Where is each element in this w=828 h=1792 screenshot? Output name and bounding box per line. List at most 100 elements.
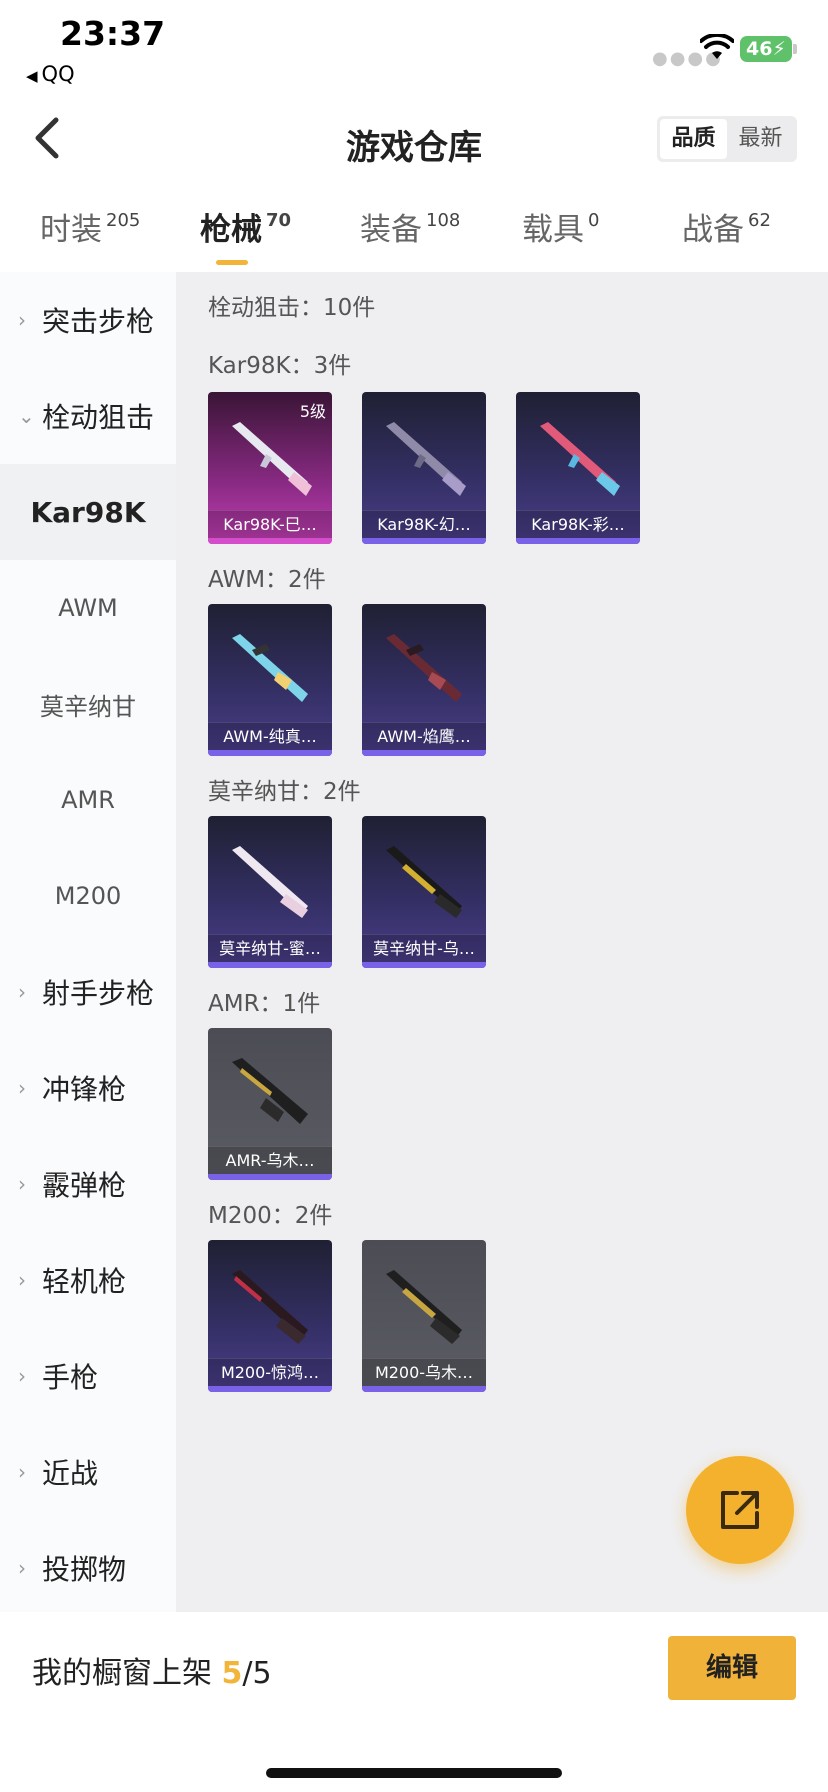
sidebar-item-amr[interactable]: AMR <box>0 752 176 848</box>
rifle-icon <box>232 1270 308 1344</box>
sort-option-quality[interactable]: 品质 <box>660 119 727 159</box>
weapon-card[interactable]: M200-乌木… <box>362 1240 486 1392</box>
rifle-icon <box>386 1270 462 1344</box>
sidebar-item-bolt-sniper[interactable]: ⌄ 栓动狙击 <box>0 368 176 464</box>
weapon-card[interactable]: 5级 Kar98K-巳… <box>208 392 332 544</box>
back-app-label: QQ <box>41 62 75 86</box>
category-total-label: 栓动狙击：10件 <box>208 295 376 321</box>
sidebar-item-pistol[interactable]: › 手枪 <box>0 1328 176 1424</box>
rarity-bar <box>362 750 486 756</box>
sort-toggle: 品质 最新 <box>657 116 797 162</box>
showcase-bar: 我的橱窗上架 5/5 编辑 <box>0 1612 828 1792</box>
sidebar-item-throwable[interactable]: › 投掷物 <box>0 1520 176 1616</box>
tab-count: 62 <box>748 210 771 231</box>
chevron-right-icon: › <box>18 308 26 332</box>
status-bar: 23:37 ◀ QQ ●●●● 46⚡ <box>0 0 828 96</box>
tab-count: 108 <box>426 210 461 231</box>
tab-costume[interactable]: 时装 205 <box>40 204 140 249</box>
group-label-amr: AMR：1件 <box>208 991 321 1017</box>
home-indicator[interactable] <box>266 1768 562 1778</box>
sidebar-item-assault-rifle[interactable]: › 突击步枪 <box>0 272 176 368</box>
sidebar-item-label: 莫辛纳甘 <box>40 692 136 721</box>
battery-indicator: 46⚡ <box>740 36 797 62</box>
sidebar-item-melee[interactable]: › 近战 <box>0 1424 176 1520</box>
rarity-bar <box>362 538 486 544</box>
rarity-bar <box>208 750 332 756</box>
weapon-name: AWM-纯真… <box>208 722 332 750</box>
sidebar-item-awm[interactable]: AWM <box>0 560 176 656</box>
weapon-name: M200-惊鸿… <box>208 1358 332 1386</box>
sidebar-item-mosin[interactable]: 莫辛纳甘 <box>0 656 176 752</box>
tab-count: 205 <box>106 210 141 231</box>
sidebar-item-label: 手枪 <box>42 1361 99 1394</box>
weapon-list: 栓动狙击：10件 Kar98K：3件 5级 Kar98K-巳… Kar98K-幻… <box>176 272 828 1612</box>
weapon-name: AWM-焰鹰… <box>362 722 486 750</box>
group-label-kar98k: Kar98K：3件 <box>208 353 352 379</box>
sidebar-item-smg[interactable]: › 冲锋枪 <box>0 1040 176 1136</box>
weapon-name: AMR-乌木… <box>208 1146 332 1174</box>
weapon-category-sidebar: › 突击步枪 ⌄ 栓动狙击 Kar98K AWM 莫辛纳甘 AMR M200 › 射手… <box>0 272 176 1612</box>
weapon-name: M200-乌木… <box>362 1358 486 1386</box>
sidebar-item-label: 射手步枪 <box>42 977 155 1010</box>
sidebar-item-lmg[interactable]: › 轻机枪 <box>0 1232 176 1328</box>
weapon-name: Kar98K-彩… <box>516 510 640 538</box>
rarity-bar <box>362 962 486 968</box>
active-tab-underline <box>216 260 248 265</box>
tab-label: 枪械 <box>200 212 262 248</box>
weapon-card[interactable]: Kar98K-幻… <box>362 392 486 544</box>
showcase-total: /5 <box>242 1656 272 1691</box>
tab-count: 0 <box>588 210 600 231</box>
weapon-card[interactable]: Kar98K-彩… <box>516 392 640 544</box>
group-label-awm: AWM：2件 <box>208 567 326 593</box>
sidebar-item-label: 轻机枪 <box>42 1265 127 1298</box>
edit-button[interactable]: 编辑 <box>668 1636 796 1700</box>
rifle-icon <box>386 634 462 702</box>
chevron-right-icon: › <box>18 1460 26 1484</box>
rarity-bar <box>208 962 332 968</box>
sort-option-newest[interactable]: 最新 <box>727 119 794 159</box>
sidebar-item-marksman-rifle[interactable]: › 射手步枪 <box>0 944 176 1040</box>
weapon-name: Kar98K-幻… <box>362 510 486 538</box>
back-to-app-link[interactable]: ◀ QQ <box>26 62 75 86</box>
tab-vehicles[interactable]: 载具 0 <box>522 204 599 249</box>
tab-equipment[interactable]: 装备 108 <box>360 204 460 249</box>
showcase-count: 5 <box>221 1656 243 1691</box>
showcase-label: 我的橱窗上架 <box>32 1656 222 1691</box>
tab-supplies[interactable]: 战备 62 <box>682 204 771 249</box>
weapon-name: 莫辛纳甘-蜜… <box>208 934 332 962</box>
sidebar-item-label: 近战 <box>42 1457 99 1490</box>
weapon-card[interactable]: AWM-焰鹰… <box>362 604 486 756</box>
back-triangle-icon: ◀ <box>26 67 38 85</box>
wifi-icon <box>700 34 734 59</box>
weapon-card[interactable]: M200-惊鸿… <box>208 1240 332 1392</box>
chevron-right-icon: › <box>18 980 26 1004</box>
sidebar-item-kar98k[interactable]: Kar98K <box>0 464 176 560</box>
chevron-right-icon: › <box>18 1364 26 1388</box>
weapon-card[interactable]: AWM-纯真… <box>208 604 332 756</box>
sidebar-item-m200[interactable]: M200 <box>0 848 176 944</box>
status-time: 23:37 <box>60 14 166 53</box>
rifle-icon <box>540 422 620 496</box>
share-external-icon <box>721 1491 759 1529</box>
tab-label: 载具 <box>522 212 584 248</box>
tab-count: 70 <box>266 210 292 231</box>
sidebar-item-label: AMR <box>61 786 115 814</box>
weapon-card[interactable]: AMR-乌木… <box>208 1028 332 1180</box>
share-button[interactable] <box>686 1456 794 1564</box>
sidebar-item-label: 冲锋枪 <box>42 1073 127 1106</box>
chevron-right-icon: › <box>18 1172 26 1196</box>
weapon-card[interactable]: 莫辛纳甘-乌… <box>362 816 486 968</box>
rifle-icon <box>386 422 466 496</box>
chevron-right-icon: › <box>18 1076 26 1100</box>
group-label-mosin: 莫辛纳甘：2件 <box>208 779 361 805</box>
sidebar-item-shotgun[interactable]: › 霰弹枪 <box>0 1136 176 1232</box>
rarity-bar <box>208 1386 332 1392</box>
sidebar-item-label: AWM <box>58 594 118 622</box>
tab-weapons[interactable]: 枪械 70 <box>200 204 292 265</box>
chevron-right-icon: › <box>18 1268 26 1292</box>
rifle-icon <box>386 846 462 918</box>
weapon-card[interactable]: 莫辛纳甘-蜜… <box>208 816 332 968</box>
sidebar-item-label: M200 <box>54 882 122 910</box>
tab-label: 装备 <box>360 212 422 248</box>
weapon-name: 莫辛纳甘-乌… <box>362 934 486 962</box>
